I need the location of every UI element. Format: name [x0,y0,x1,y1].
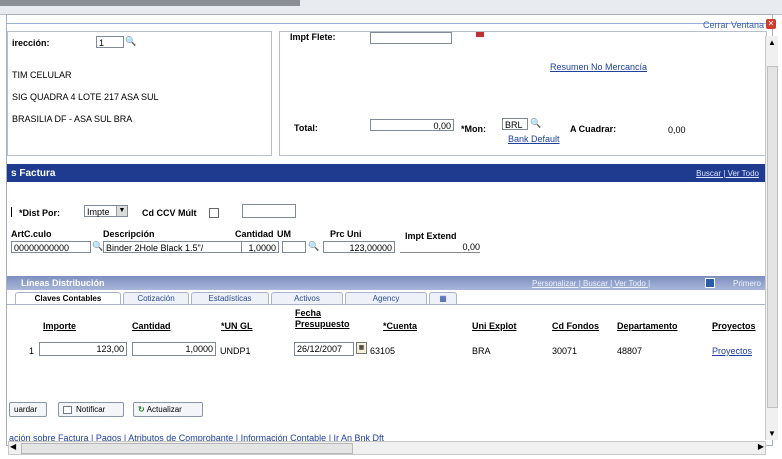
impt-flete-label: Impt Flete: [290,32,336,42]
notificar-button[interactable]: Notificar [58,402,124,417]
fecha-input[interactable]: 26/12/2007 [294,342,354,356]
col-uni-explot: Uni Explot [472,321,517,331]
resumen-no-mercancia-link[interactable]: Resumen No Mercancía [550,62,647,72]
un-gl-value: UNDP1 [220,346,251,356]
top-divider [7,23,772,24]
scroll-left-icon[interactable]: ◀ [10,442,16,451]
col-descripcion: Descripción [103,229,155,239]
envelope-icon [63,405,72,414]
scroll-right-icon[interactable]: ▶ [758,442,764,451]
total-input[interactable]: 0,00 [370,119,454,131]
bank-default-link[interactable]: Bank Default [508,134,560,144]
chevron-down-icon[interactable]: ▼ [116,206,127,216]
prc-uni-input[interactable]: 123,00000 [323,241,395,253]
col-articulo: ArtC.culo [11,229,52,239]
row-marker [11,207,12,217]
departamento-value: 48807 [617,346,643,356]
window-titlebar-shade [0,0,300,6]
impt-flete-input[interactable] [370,32,452,44]
lineas-distribucion-title: Líneas Distribución [21,278,105,288]
proyectos-link[interactable]: Proyectos [712,346,752,356]
col-proyectos: Proyectos [712,321,756,331]
actualizar-button[interactable]: ↻ Actualizar [133,402,203,417]
importe-input[interactable]: 123,00 [39,342,127,356]
dist-por-select[interactable]: Impte ▼ [84,205,128,217]
cerrar-ventana-link[interactable]: Cerrar Ventana [703,20,764,30]
a-cuadrar-label: A Cuadrar: [570,124,617,134]
col-cantidad-dist: Cantidad [132,321,171,331]
close-icon[interactable]: ✕ [766,19,776,29]
dist-por-label: *Dist Por: [19,208,61,218]
direccion-input[interactable]: 1 [96,36,124,48]
cd-ccv-input[interactable] [242,204,296,218]
mon-lookup-icon[interactable]: 🔍 [530,118,541,129]
col-cuenta: *Cuenta [383,321,418,331]
calendar-icon[interactable]: ▦ [356,342,367,354]
mon-label: *Mon: [461,124,486,134]
col-prc-uni: Prc Uni [330,229,362,239]
um-lookup-icon[interactable]: 🔍 [308,241,319,252]
cd-fondos-value: 30071 [552,346,578,356]
vertical-scroll-thumb[interactable] [767,66,778,408]
totals-panel: Impt Flete: Resumen No Mercancía Total: … [279,31,767,156]
cantidad-input[interactable]: 1,0000 [241,241,279,253]
mon-input[interactable]: BRL [502,118,528,130]
refresh-icon: ↻ [138,405,145,414]
col-importe: Importe [43,321,77,331]
col-um: UM [277,229,291,239]
direccion-label: irección: [12,38,50,48]
vertical-scrollbar[interactable]: ▲ ▼ [765,36,778,440]
lineas-distribucion-nav[interactable]: Personalizar | Buscar | Ver Todo | [532,279,650,288]
row-number: 1 [29,346,35,356]
col-cantidad: Cantidad [235,229,274,239]
articulo-lookup-icon[interactable]: 🔍 [92,241,103,252]
col-departamento: Departamento [617,321,678,331]
cd-ccv-checkbox[interactable] [209,208,219,218]
total-label: Total: [294,123,318,133]
cantidad-dist-input[interactable]: 1,0000 [132,342,216,356]
col-cd-fondos: Cd Fondos [552,321,599,331]
address-line-1: TIM CELULAR [12,70,72,80]
uni-explot-value: BRA [472,346,491,356]
cd-ccv-label: Cd CCV Múlt [142,208,197,218]
articulo-input[interactable]: 00000000000 [11,241,91,253]
horizontal-scrollbar[interactable]: ◀ ▶ [8,441,766,455]
lineas-distribucion-header: Líneas Distribución Personalizar | Busca… [7,276,765,290]
a-cuadrar-value: 0,00 [668,125,686,135]
direccion-lookup-icon[interactable]: 🔍 [125,36,136,47]
cuenta-value: 63105 [370,346,396,356]
content-frame: irección: 1 🔍 TIM CELULAR SIG QUADRA 4 L… [6,14,773,446]
descripcion-input[interactable]: Binder 2Hole Black 1.5"/ [103,241,243,253]
col-impt-extend: Impt Extend [405,231,457,241]
impt-extend-value: 0,00 [400,242,480,253]
flag-icon [476,32,484,37]
scroll-up-icon[interactable]: ▲ [768,38,776,47]
scroll-down-icon[interactable]: ▼ [768,429,776,438]
col-fecha-presupuesto: Fecha Presupuesto [295,308,350,329]
lineas-factura-header: s Factura Buscar | Ver Todo [7,164,765,182]
address-panel: irección: 1 🔍 TIM CELULAR SIG QUADRA 4 L… [7,31,272,156]
lineas-factura-title: s Factura [11,168,56,179]
grid-view-icon[interactable] [705,278,715,288]
address-line-2: SIG QUADRA 4 LOTE 217 ASA SUL [12,92,159,102]
primero-link[interactable]: Primero [733,279,761,288]
horizontal-scroll-thumb[interactable] [21,443,353,454]
address-line-3: BRASILIA DF - ASA SUL BRA [12,114,133,124]
guardar-button[interactable]: uardar [9,402,47,417]
um-input[interactable] [282,241,306,253]
lineas-factura-nav[interactable]: Buscar | Ver Todo [696,169,759,178]
col-un-gl: *UN GL [221,321,253,331]
tab-underline [7,304,765,305]
